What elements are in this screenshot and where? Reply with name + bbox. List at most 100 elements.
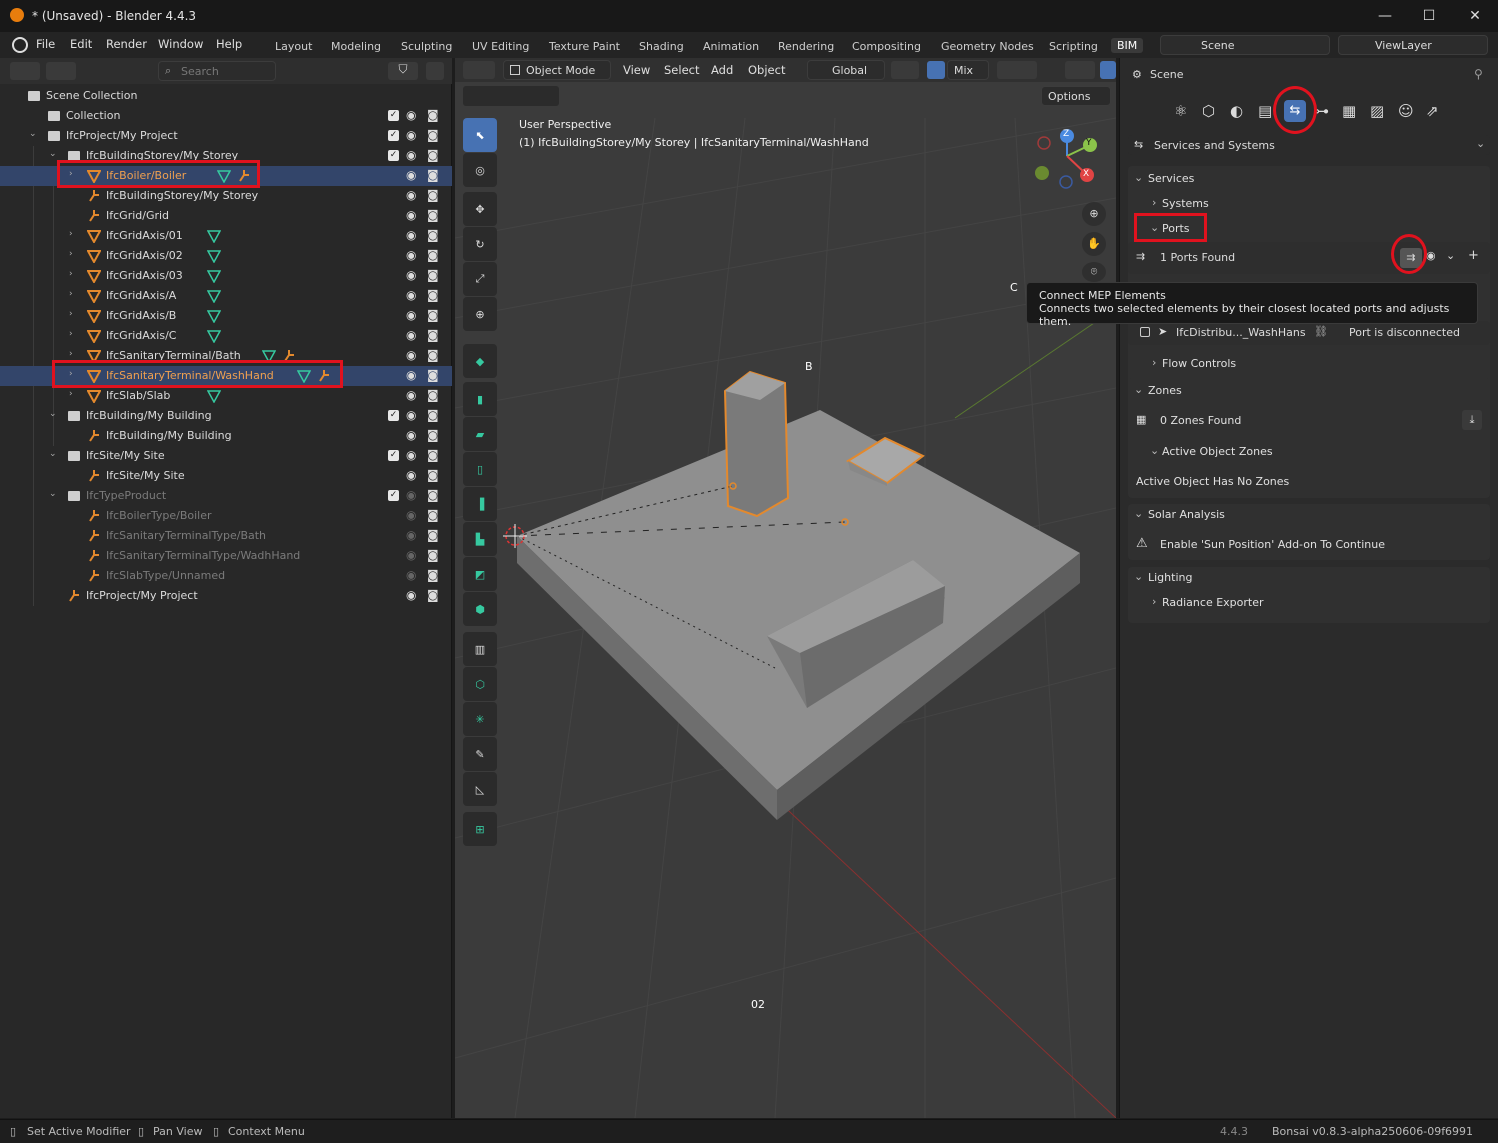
active-object-zones-header[interactable]: ⌄ Active Object Zones <box>1128 441 1490 463</box>
furniture-tool-icon[interactable]: ▙ <box>463 522 497 556</box>
maximize-button[interactable]: ☐ <box>1406 0 1452 32</box>
outliner-row[interactable]: IfcBuildingStorey/My Storey ◉ ◙ <box>0 186 452 206</box>
eye-icon[interactable]: ◉ <box>406 448 416 462</box>
chevron-right-icon[interactable]: › <box>69 169 73 179</box>
mesh-data-icon[interactable] <box>216 168 232 184</box>
wall-tool-icon[interactable]: ▮ <box>463 382 497 416</box>
viewlayer-selector[interactable]: ViewLayer <box>1338 35 1488 55</box>
workspace-tab[interactable]: Scripting <box>1049 40 1098 53</box>
project-tab-icon[interactable]: ⚛ <box>1174 102 1187 120</box>
camera-icon[interactable]: ◙ <box>427 148 439 162</box>
drawings-tab-icon[interactable]: ▤ <box>1258 102 1272 120</box>
3d-viewport[interactable]: Object Mode View Select Add Object Globa… <box>455 58 1116 1118</box>
select-tool-icon[interactable]: ⬉ <box>463 118 497 152</box>
viewport-menu-add[interactable]: Add <box>711 63 733 77</box>
connect-mep-button[interactable]: ⇉ <box>1400 248 1422 268</box>
mesh-data-icon[interactable] <box>206 288 222 304</box>
eye-icon[interactable]: ◉ <box>406 428 416 442</box>
chevron-down-icon[interactable]: ⌄ <box>49 149 57 159</box>
camera-icon[interactable]: ◙ <box>427 328 439 342</box>
camera-icon[interactable]: ◙ <box>427 388 439 402</box>
mesh-data-icon[interactable] <box>206 248 222 264</box>
mesh-data-icon[interactable] <box>206 308 222 324</box>
eye-icon[interactable]: ◉ <box>406 328 416 342</box>
outliner-search-input[interactable]: ⌕ Search <box>158 61 276 81</box>
outliner-row[interactable]: › IfcGridAxis/01 ◉ ◙ <box>0 226 452 246</box>
outliner-row[interactable]: › IfcGridAxis/C ◉ ◙ <box>0 326 452 346</box>
eye-icon[interactable]: ◉ <box>406 488 416 502</box>
outliner-row[interactable]: IfcBuilding/My Building ◉ ◙ <box>0 426 452 446</box>
annotate-tool-icon[interactable]: ✎ <box>463 737 497 771</box>
eye-icon[interactable]: ◉ <box>406 548 416 562</box>
outliner-row[interactable]: IfcSite/My Site ◉ ◙ <box>0 466 452 486</box>
mesh-data-icon[interactable] <box>206 268 222 284</box>
object-tab-icon[interactable]: ⬡ <box>1202 102 1215 120</box>
eye-icon[interactable]: ◉ <box>406 388 416 402</box>
camera-icon[interactable]: ◙ <box>427 128 439 142</box>
chevron-down-icon[interactable]: ⌄ <box>29 129 37 139</box>
eye-icon[interactable]: ◉ <box>1426 249 1436 262</box>
chevron-right-icon[interactable]: › <box>69 329 73 339</box>
outliner-row[interactable]: ⌄ IfcSite/My Site ✓ ◉ ◙ <box>0 446 452 466</box>
viewport-menu-view[interactable]: View <box>623 63 650 77</box>
outliner-row[interactable]: ⌄ IfcBuildingStorey/My Storey ✓ ◉ ◙ <box>0 146 452 166</box>
new-collection-icon[interactable] <box>426 62 444 80</box>
camera-icon[interactable]: ◙ <box>427 508 439 522</box>
tab-dropdown[interactable]: ⇆ Services and Systems ⌄ <box>1128 135 1490 155</box>
chevron-right-icon[interactable]: › <box>69 369 73 379</box>
eye-icon[interactable]: ◉ <box>406 368 416 382</box>
eye-icon[interactable]: ◉ <box>406 208 416 222</box>
eye-icon[interactable]: ◉ <box>406 508 416 522</box>
eye-icon[interactable]: ◉ <box>406 168 416 182</box>
eye-icon[interactable]: ◉ <box>406 588 416 602</box>
services-tab-icon[interactable]: ⇆ <box>1284 100 1306 122</box>
grid-tool-icon[interactable]: ▥ <box>463 632 497 666</box>
filter-icon[interactable]: ⛉ <box>388 62 418 80</box>
camera-icon[interactable]: ◙ <box>427 448 439 462</box>
camera-icon[interactable]: ◙ <box>427 488 439 502</box>
eye-icon[interactable]: ◉ <box>406 128 416 142</box>
mesh-data-icon[interactable] <box>296 368 312 384</box>
chevron-down-icon[interactable]: ⌄ <box>49 489 57 499</box>
stair-tool-icon[interactable]: ◩ <box>463 557 497 591</box>
snap-icon[interactable] <box>927 61 945 79</box>
eye-icon[interactable]: ◉ <box>406 188 416 202</box>
workspace-tab[interactable]: Sculpting <box>401 40 452 53</box>
outliner-row[interactable]: ⌄ IfcProject/My Project ✓ ◉ ◙ <box>0 126 452 146</box>
exclude-checkbox[interactable]: ✓ <box>388 150 399 161</box>
chevron-down-icon[interactable]: ⌄ <box>49 409 57 419</box>
camera-icon[interactable]: ◙ <box>427 268 439 282</box>
empty-data-icon[interactable] <box>316 368 332 384</box>
scale-tool-icon[interactable]: ⤢ <box>463 262 497 296</box>
outliner-row[interactable]: Collection ✓ ◉ ◙ <box>0 106 452 126</box>
measure-tool-icon[interactable]: ◺ <box>463 772 497 806</box>
camera-icon[interactable]: ◙ <box>427 248 439 262</box>
chevron-right-icon[interactable]: › <box>69 269 73 279</box>
camera-icon[interactable]: ◙ <box>427 208 439 222</box>
eye-icon[interactable]: ◉ <box>406 108 416 122</box>
lighting-header[interactable]: ⌄ Lighting <box>1128 567 1490 589</box>
transform-orientation-selector[interactable]: Global <box>807 60 885 80</box>
move-tool-icon[interactable]: ✥ <box>463 192 497 226</box>
pin-icon[interactable]: ⚲ <box>1474 67 1483 81</box>
eye-icon[interactable]: ◉ <box>406 568 416 582</box>
menu-render[interactable]: Render <box>106 37 147 51</box>
chevron-right-icon[interactable]: › <box>69 309 73 319</box>
eye-icon[interactable]: ◉ <box>406 148 416 162</box>
camera-icon[interactable]: ◙ <box>427 428 439 442</box>
empty-data-icon[interactable] <box>236 168 252 184</box>
slab-tool-icon[interactable]: ▰ <box>463 417 497 451</box>
camera-icon[interactable]: ◙ <box>427 568 439 582</box>
eye-icon[interactable]: ◉ <box>406 248 416 262</box>
outliner-row[interactable]: IfcGrid/Grid ◉ ◙ <box>0 206 452 226</box>
outliner-row[interactable]: IfcSanitaryTerminalType/Bath ◉ ◙ <box>0 526 452 546</box>
add-icon[interactable]: + <box>1468 248 1479 263</box>
camera-icon[interactable]: ◙ <box>427 188 439 202</box>
chevron-down-icon[interactable]: ⌄ <box>1446 249 1455 262</box>
exclude-checkbox[interactable]: ✓ <box>388 110 399 121</box>
snap-target-selector[interactable]: Mix <box>947 60 989 80</box>
viewport-menu-select[interactable]: Select <box>664 63 699 77</box>
workspace-tab[interactable]: UV Editing <box>472 40 529 53</box>
chevron-right-icon[interactable]: › <box>69 289 73 299</box>
eye-icon[interactable]: ◉ <box>406 288 416 302</box>
